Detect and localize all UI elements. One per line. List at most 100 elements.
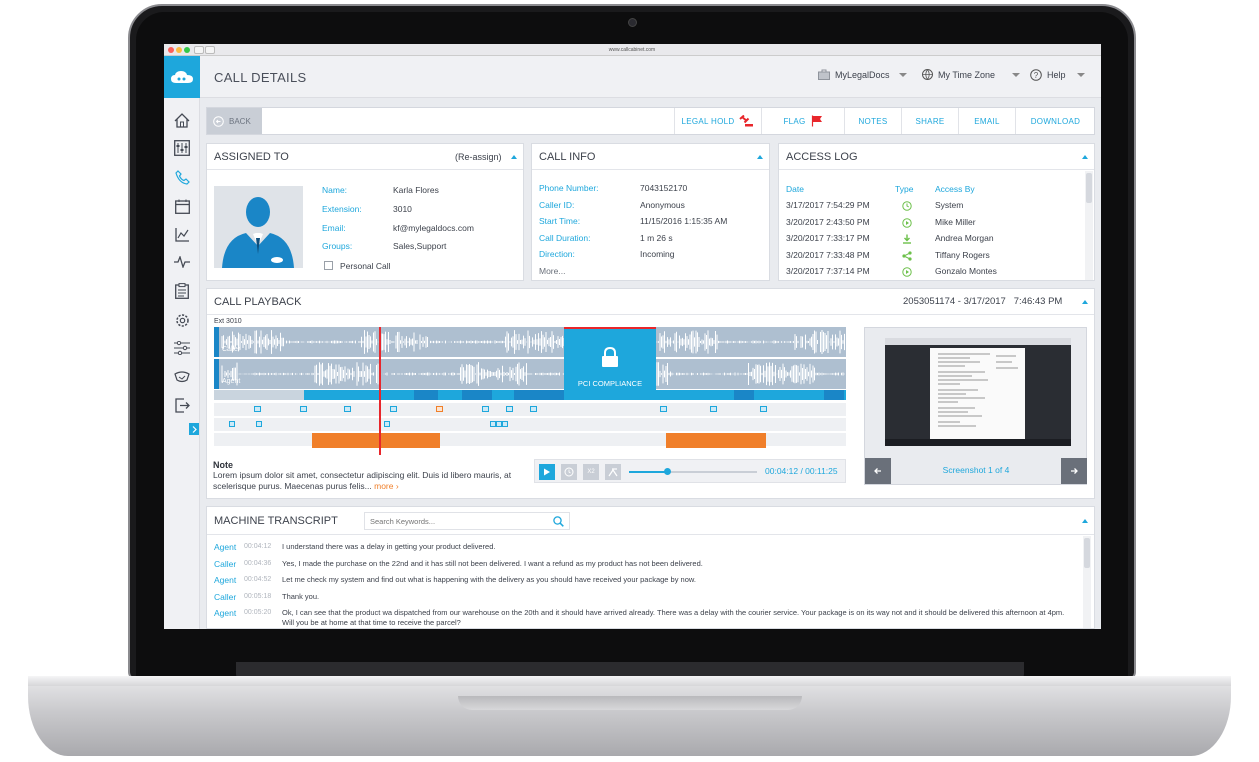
screenshot-image[interactable]	[885, 338, 1071, 446]
pci-label: PCI COMPLIANCE	[577, 379, 643, 388]
logo[interactable]	[164, 56, 200, 98]
chevron-down-icon	[898, 72, 907, 77]
event-marker	[506, 406, 513, 412]
reassign-link[interactable]: (Re-assign)	[455, 144, 502, 170]
access-date: 3/20/2017 7:33:48 PM	[786, 249, 870, 260]
main-content: BACK LEGAL HOLD FLAG NOTES SHARE EMAIL D…	[200, 98, 1101, 629]
event-marker	[530, 406, 537, 412]
line-text: Let me check my system and find out what…	[282, 575, 696, 584]
collapse-icon[interactable]	[511, 155, 517, 159]
personal-call-checkbox[interactable]	[324, 261, 333, 270]
access-date: 3/17/2017 7:54:29 PM	[786, 200, 870, 210]
panel-title: MACHINE TRANSCRIPT	[207, 507, 1094, 535]
expand-sidebar-button[interactable]	[189, 423, 199, 435]
line-time: 00:05:18	[244, 592, 272, 600]
browser-back-button[interactable]	[194, 46, 204, 54]
previous-screenshot-button[interactable]	[865, 458, 891, 484]
access-log-panel: ACCESS LOG Date Type Access By 3/17/2017…	[778, 143, 1095, 281]
next-screenshot-button[interactable]	[1061, 458, 1087, 484]
collapse-icon[interactable]	[1082, 300, 1088, 304]
pulse-icon[interactable]	[173, 253, 191, 271]
speed-button[interactable]: X2	[583, 464, 599, 480]
calendar-icon[interactable]	[173, 197, 191, 215]
back-arrow-icon	[213, 115, 224, 127]
collapse-icon[interactable]	[1082, 155, 1088, 159]
avatar	[214, 186, 303, 268]
search-input[interactable]	[365, 513, 545, 529]
highlight-segment	[666, 433, 766, 448]
access-log-row: 3/20/2017 7:33:48 PM Tiffany Rogers	[779, 250, 1079, 264]
access-log-scrollbar[interactable]	[1085, 171, 1093, 280]
caller-label: Caller	[222, 346, 241, 353]
note-title: Note	[213, 460, 233, 470]
minimize-window-icon[interactable]	[176, 47, 182, 53]
download-icon	[903, 234, 911, 244]
handshake-icon[interactable]	[173, 368, 191, 386]
transcript-scrollbar[interactable]	[1083, 536, 1091, 628]
lock-icon	[602, 347, 618, 367]
question-icon: ?	[1030, 69, 1042, 81]
more-link[interactable]: More...	[539, 266, 565, 276]
event-marker	[300, 406, 307, 412]
url-bar[interactable]: www.callcabinet.com	[552, 46, 712, 54]
speaker-label: Agent	[214, 575, 237, 585]
waveform[interactable]: Caller Agent PCI COMPLIANCE	[214, 327, 846, 455]
email-button[interactable]: EMAIL	[958, 108, 1015, 134]
event-marker	[436, 406, 443, 412]
timezone-menu[interactable]: My Time Zone	[922, 69, 1021, 80]
equalizer-icon[interactable]	[173, 139, 191, 157]
event-marker	[229, 421, 235, 427]
access-by: System	[935, 200, 964, 210]
gear-icon[interactable]	[173, 311, 191, 329]
action-toolbar: BACK LEGAL HOLD FLAG NOTES SHARE EMAIL D…	[206, 107, 1095, 135]
notes-button[interactable]: NOTES	[844, 108, 901, 134]
note-more-link[interactable]: more ›	[374, 481, 399, 491]
share-icon	[902, 250, 912, 261]
event-marker	[660, 406, 667, 412]
laptop-notch	[458, 696, 802, 710]
access-log-row: 3/20/2017 7:33:17 PM Andrea Morgan	[779, 233, 1079, 247]
panel-title: ACCESS LOG	[779, 144, 1094, 170]
cloud-logo-icon	[171, 71, 193, 83]
event-marker	[502, 421, 508, 427]
download-button[interactable]: DOWNLOAD	[1015, 108, 1095, 134]
screenshot-viewer: Screenshot 1 of 4	[864, 327, 1087, 485]
event-marker	[344, 406, 351, 412]
share-button[interactable]: SHARE	[901, 108, 958, 134]
seek-bar[interactable]	[629, 468, 757, 475]
collapse-icon[interactable]	[1082, 519, 1088, 523]
access-date: 3/20/2017 7:37:14 PM	[786, 266, 870, 276]
line-time: 00:04:52	[244, 576, 272, 583]
flag-button[interactable]: FLAG	[761, 108, 844, 134]
access-log-row: 3/20/2017 7:37:14 PM Gonzalo Montes	[779, 266, 1079, 280]
chart-icon[interactable]	[173, 225, 191, 243]
clipboard-icon[interactable]	[173, 282, 191, 300]
event-marker	[482, 406, 489, 412]
browser-forward-button[interactable]	[205, 46, 215, 54]
help-menu[interactable]: ? Help	[1030, 69, 1085, 81]
legal-hold-button[interactable]: LEGAL HOLD	[674, 108, 761, 134]
replay-icon	[564, 467, 574, 477]
rewind-button[interactable]	[561, 464, 577, 480]
arrow-right-icon	[1071, 468, 1078, 474]
personal-call-label: Personal Call	[340, 261, 391, 271]
play-button[interactable]	[539, 464, 555, 480]
seek-handle[interactable]	[664, 468, 672, 475]
mylegaldocs-menu[interactable]: MyLegalDocs	[818, 69, 907, 80]
collapse-icon[interactable]	[757, 155, 763, 159]
maximize-window-icon[interactable]	[184, 47, 190, 53]
chevron-right-icon	[192, 425, 197, 433]
skip-silence-button[interactable]	[605, 464, 621, 480]
back-button[interactable]: BACK	[207, 108, 262, 134]
phone-icon[interactable]	[173, 168, 191, 186]
chevron-down-icon	[1012, 72, 1021, 77]
briefcase-icon	[818, 69, 830, 80]
logout-icon[interactable]	[173, 396, 191, 414]
line-time: 00:04:36	[244, 559, 272, 567]
player-controls: X2 00:04:12 / 00:11:25	[534, 459, 846, 483]
close-window-icon[interactable]	[168, 47, 174, 53]
sliders-icon[interactable]	[173, 339, 191, 357]
note-text: Lorem ipsum dolor sit amet, consectetur …	[213, 470, 512, 491]
agent-label: Agent	[222, 378, 241, 385]
home-icon[interactable]	[173, 111, 191, 129]
